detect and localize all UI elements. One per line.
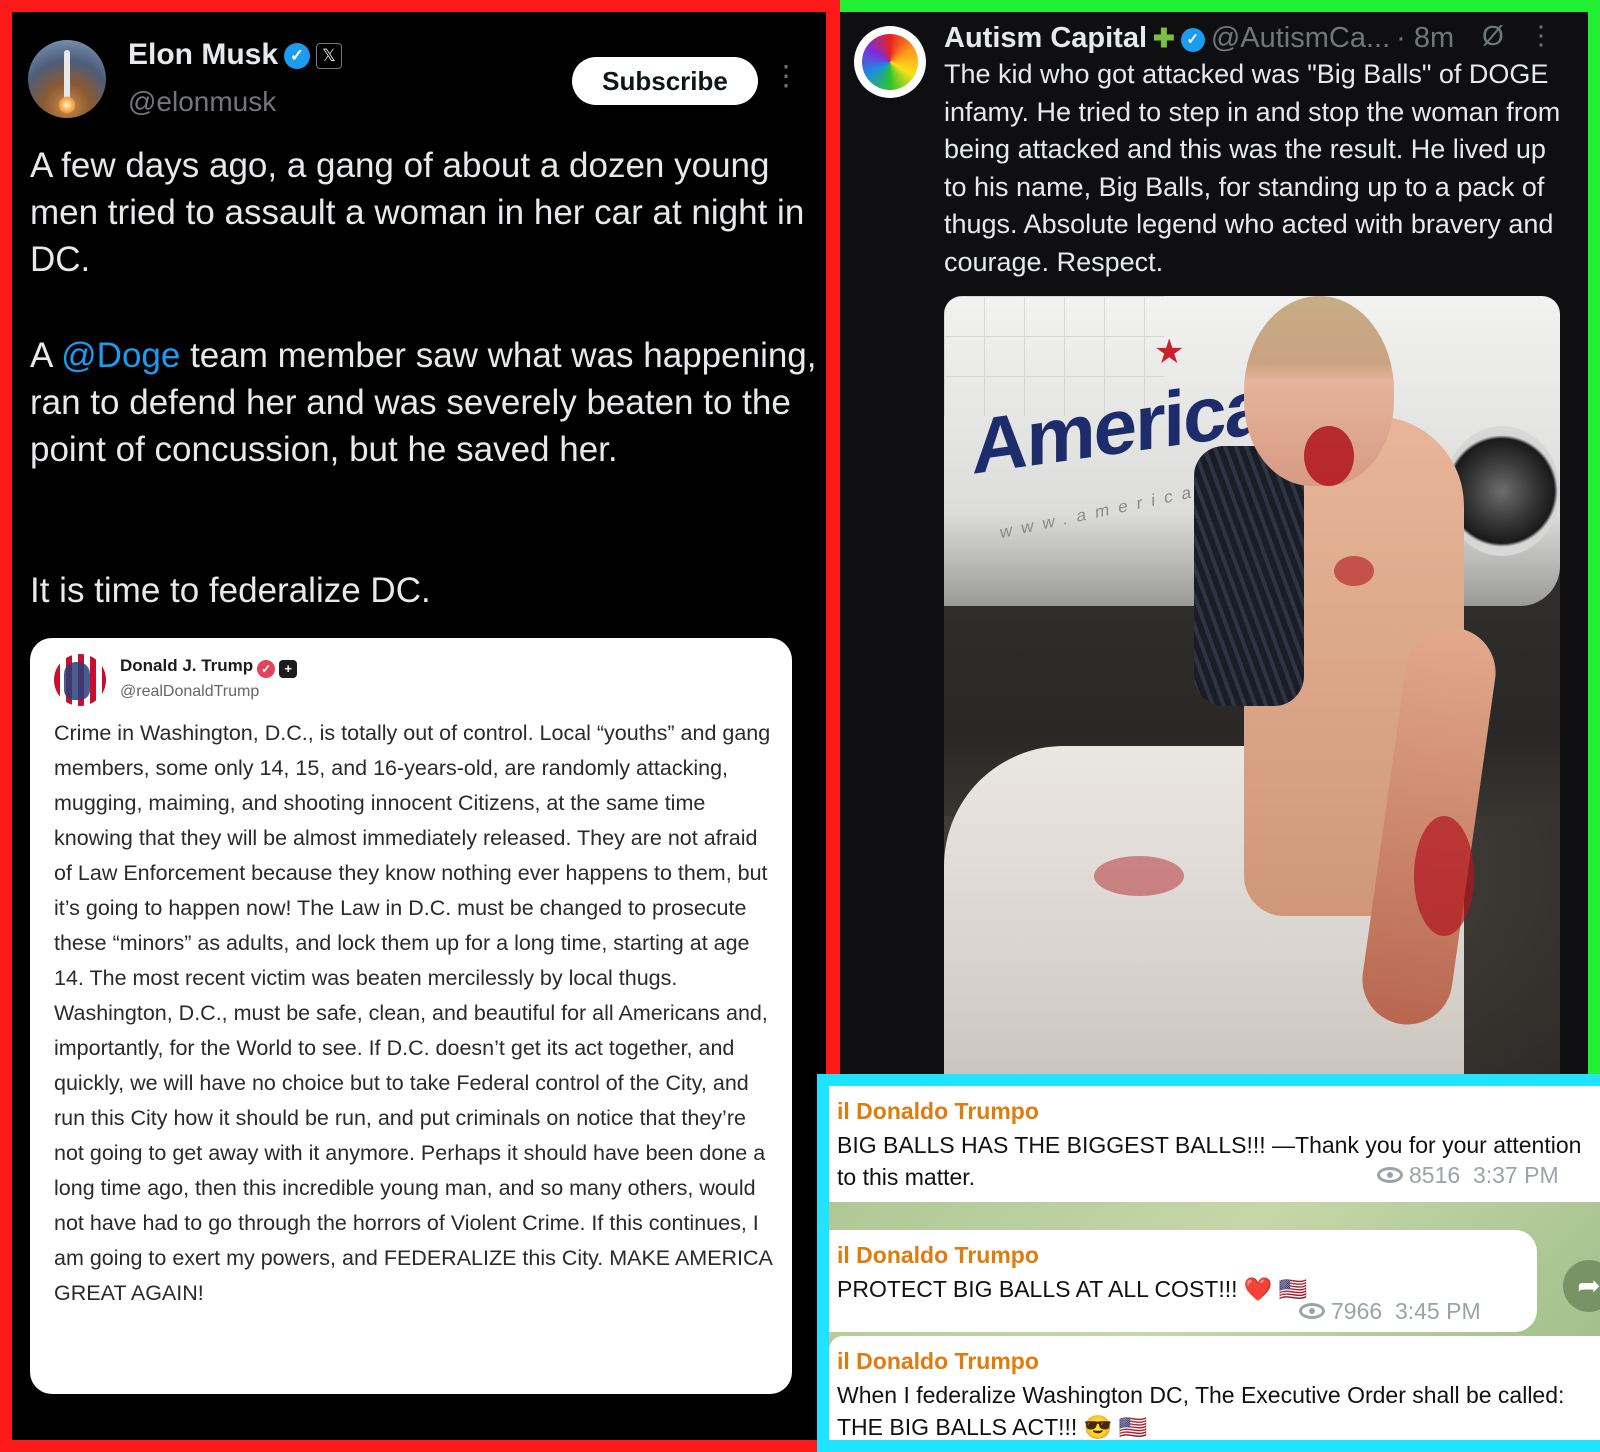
post-timestamp[interactable]: · 8m <box>1396 22 1454 54</box>
quoted-author-name[interactable]: Donald J. Trump ✓ + <box>120 656 298 678</box>
blood-stain <box>1094 856 1184 896</box>
verified-check-icon: ✓ <box>1180 28 1205 52</box>
message-text: When I federalize Washington DC, The Exe… <box>837 1382 1565 1440</box>
post-author-handle[interactable]: @elonmusk <box>128 86 276 118</box>
elon-musk-post-panel: Elon Musk ✓ 𝕏 @elonmusk Subscribe ⋮ A few … <box>0 0 840 1452</box>
telegram-messages-panel: il Donaldo Trumpo BIG BALLS HAS THE BIGG… <box>817 1074 1600 1452</box>
post-photo[interactable]: ★ American www.america <box>944 296 1560 1080</box>
shirt-over-shoulder <box>1194 446 1304 706</box>
post-text: The kid who got attacked was "Big Balls"… <box>944 59 1561 277</box>
message-author[interactable]: il Donaldo Trumpo <box>837 1348 1600 1375</box>
eye-icon <box>1377 1167 1403 1183</box>
message-meta: 8516 3:37 PM <box>1377 1162 1559 1189</box>
telegram-message[interactable]: il Donaldo Trumpo PROTECT BIG BALLS AT A… <box>829 1230 1537 1332</box>
message-time: 3:45 PM <box>1394 1298 1481 1324</box>
x-logo-icon: 𝕏 <box>316 43 343 69</box>
telegram-message[interactable]: il Donaldo Trumpo BIG BALLS HAS THE BIGG… <box>829 1086 1600 1202</box>
blood-stain <box>1334 556 1374 586</box>
post-paragraph-2: A @Doge team member saw what was happeni… <box>30 332 820 473</box>
avatar-face <box>64 662 90 700</box>
autism-capital-avatar[interactable] <box>854 26 926 98</box>
puzzle-piece-icon: ✚ <box>1153 23 1175 53</box>
message-author[interactable]: il Donaldo Trumpo <box>837 1242 1537 1269</box>
author-name-text: Autism Capital <box>944 22 1148 54</box>
post-author-handle[interactable]: @AutismCa... <box>1211 22 1390 54</box>
quoted-truth-social-post[interactable]: Donald J. Trump ✓ + @realDonaldTrump Crime… <box>30 638 792 1394</box>
telegram-message[interactable]: il Donaldo Trumpo When I federalize Wash… <box>829 1336 1600 1440</box>
grok-icon[interactable]: Ø <box>1482 20 1504 52</box>
plus-badge-icon: + <box>279 660 298 678</box>
rocket-icon <box>64 50 70 100</box>
message-time: 3:37 PM <box>1472 1162 1559 1188</box>
view-count: 7966 <box>1331 1298 1383 1324</box>
autism-capital-post-panel: Autism Capital ✚ ✓ @AutismCa... · 8m Ø ⋮ The… <box>840 0 1600 1080</box>
verified-check-icon: ✓ <box>257 660 276 678</box>
more-vertical-icon[interactable]: ⋮ <box>772 62 800 90</box>
subscribe-button[interactable]: Subscribe <box>572 57 758 105</box>
post-paragraph-1: A few days ago, a gang of about a dozen … <box>30 146 805 279</box>
elon-musk-avatar[interactable] <box>28 40 106 118</box>
trump-avatar[interactable] <box>54 654 106 706</box>
star-icon: ★ <box>1154 333 1185 371</box>
verified-check-icon: ✓ <box>284 43 311 69</box>
view-count: 8516 <box>1409 1162 1461 1188</box>
eye-icon <box>1299 1303 1325 1319</box>
quoted-post-text: Crime in Washington, D.C., is totally ou… <box>54 721 772 1305</box>
post-author-name[interactable]: Elon Musk ✓ 𝕏 <box>128 38 343 72</box>
message-author[interactable]: il Donaldo Trumpo <box>837 1098 1600 1125</box>
author-name-text: Elon Musk <box>128 38 279 71</box>
post-author-name[interactable]: Autism Capital ✚ ✓ @AutismCa... · 8m <box>944 22 1454 55</box>
rocket-flame <box>58 96 76 114</box>
message-meta: 7966 3:45 PM <box>1299 1298 1481 1325</box>
post-text: A <box>30 336 62 375</box>
blood-stain <box>1414 816 1474 936</box>
more-vertical-icon[interactable]: ⋮ <box>1528 20 1554 51</box>
doge-mention-link[interactable]: @Doge <box>61 336 180 375</box>
blood-stain <box>1304 426 1354 486</box>
post-paragraph-3: It is time to federalize DC. <box>30 571 431 610</box>
rainbow-puzzle-icon <box>862 34 918 90</box>
quoted-author-name-text: Donald J. Trump <box>120 656 254 675</box>
quoted-author-handle[interactable]: @realDonaldTrump <box>120 683 259 701</box>
